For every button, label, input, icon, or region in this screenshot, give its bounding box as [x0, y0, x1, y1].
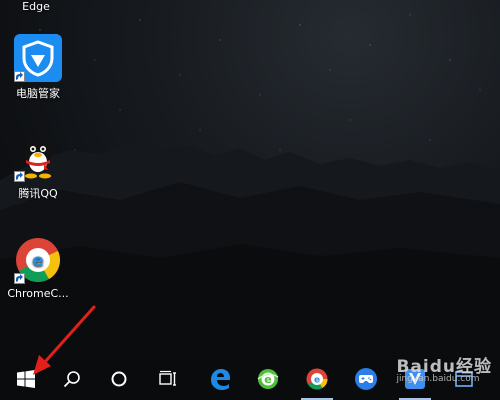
desktop-icon-label: 电脑管家 [16, 87, 60, 100]
game-controller-icon [355, 368, 377, 390]
desktop-icon-qq[interactable]: 腾讯QQ [6, 134, 70, 201]
baidu-watermark: Baidu经验 jingyan.baidu.com [396, 352, 492, 384]
svg-text:e: e [314, 376, 320, 386]
search-icon [63, 371, 80, 388]
taskbar-edge-button[interactable] [198, 358, 242, 400]
chrome-browser-icon: e [306, 368, 328, 390]
watermark-sub-text: jingyan.baidu.com [396, 374, 480, 384]
cortana-button[interactable] [97, 358, 141, 400]
desktop-item-edge-label[interactable]: Edge [6, 0, 66, 13]
chrome-core-browser-icon: e [14, 236, 62, 284]
shortcut-arrow-icon [14, 171, 25, 182]
360-browser-icon: e [257, 369, 279, 389]
mountain-silhouette [0, 142, 500, 358]
edge-browser-icon [211, 369, 230, 390]
desktop-wallpaper: Edge 电脑管家 腾讯QQ e ChromeC... [0, 0, 500, 358]
task-view-icon [159, 370, 176, 386]
desktop-icon-label: Edge [22, 0, 50, 13]
desktop-icon-label: ChromeC... [7, 287, 69, 300]
cortana-circle-icon [111, 371, 127, 387]
qq-penguin-icon [14, 134, 62, 182]
shortcut-arrow-icon [14, 273, 25, 284]
search-button[interactable] [50, 358, 94, 400]
start-button[interactable] [4, 358, 48, 400]
taskbar-360-browser-button[interactable]: e [246, 358, 290, 400]
windows-logo-icon [17, 370, 35, 388]
taskbar-game-button[interactable] [344, 358, 388, 400]
desktop-icon-chrome-core[interactable]: e ChromeC... [4, 236, 72, 300]
tencent-pc-manager-icon [14, 34, 62, 82]
svg-text:e: e [32, 251, 44, 271]
desktop-icon-pc-manager[interactable]: 电脑管家 [6, 34, 70, 101]
shortcut-arrow-icon [14, 71, 25, 82]
task-view-button[interactable] [146, 358, 190, 400]
desktop-icon-label: 腾讯QQ [18, 187, 58, 200]
taskbar-chrome-button[interactable]: e [295, 358, 339, 400]
